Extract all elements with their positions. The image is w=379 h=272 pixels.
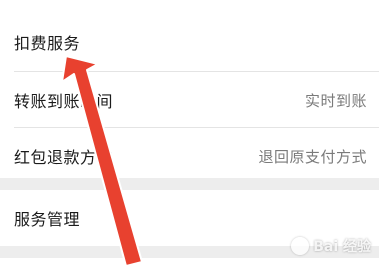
settings-group-next bbox=[0, 258, 379, 272]
red-packet-refund-method-row[interactable]: 红包退款方式 退回原支付方式 bbox=[0, 128, 379, 184]
transfer-arrival-time-row[interactable]: 转账到账时间 实时到账 bbox=[0, 72, 379, 128]
paw-logo-icon bbox=[291, 237, 310, 255]
red-packet-refund-method-value: 退回原支付方式 bbox=[258, 147, 367, 166]
deduction-service-row[interactable]: 扣费服务 bbox=[0, 14, 379, 70]
deduction-service-label: 扣费服务 bbox=[14, 34, 81, 53]
watermark-text: Bai 经验 bbox=[313, 239, 371, 255]
baidu-jingyan-watermark: Bai 经验 bbox=[291, 236, 371, 256]
service-management-label: 服务管理 bbox=[14, 210, 81, 229]
red-packet-refund-method-label: 红包退款方式 bbox=[14, 148, 114, 167]
transfer-arrival-time-label: 转账到账时间 bbox=[14, 92, 114, 111]
settings-screen: 扣费服务 转账到账时间 实时到账 红包退款方式 退回原支付方式 服务管理 bbox=[0, 0, 379, 272]
settings-group-payment: 扣费服务 转账到账时间 实时到账 红包退款方式 退回原支付方式 bbox=[0, 0, 379, 178]
transfer-arrival-time-value: 实时到账 bbox=[304, 91, 367, 110]
